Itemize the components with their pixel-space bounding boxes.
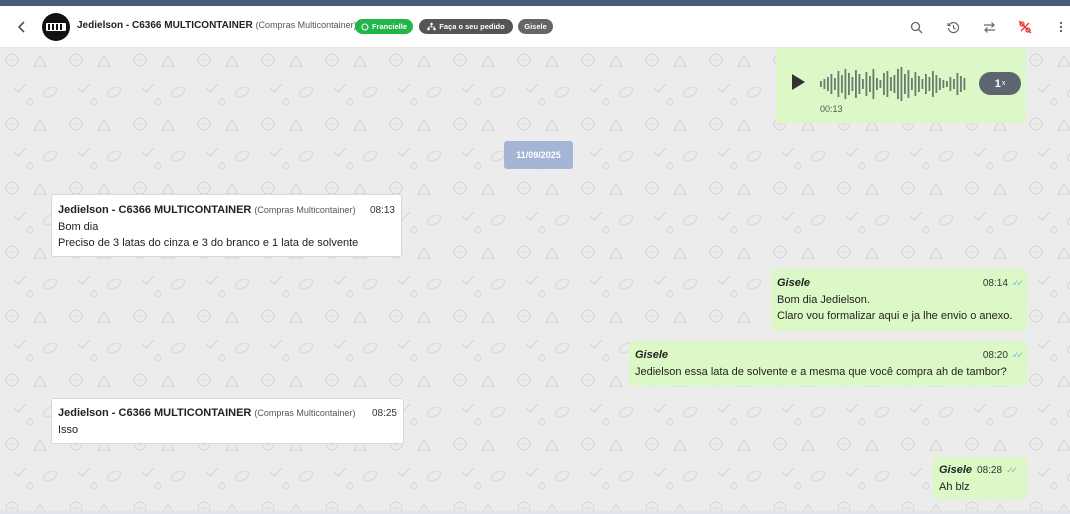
double-check-icon: ✓✓ bbox=[1011, 278, 1024, 288]
speed-value: 1 bbox=[994, 77, 1001, 90]
outgoing-message: Gisele 08:28 ✓✓ Ah blz bbox=[933, 457, 1027, 499]
audio-message: 1x 00:13 bbox=[776, 48, 1026, 123]
chat-header: Jedielson - C6366 MULTICONTAINER (Compra… bbox=[0, 6, 1070, 48]
contact-company: (Compras Multicontainer) bbox=[255, 20, 357, 30]
audio-waveform[interactable] bbox=[820, 66, 970, 102]
waveform-bar bbox=[897, 69, 899, 99]
waveform-bar bbox=[851, 77, 854, 91]
waveform-bar bbox=[862, 79, 864, 89]
outgoing-message: Gisele 08:14 ✓✓ Bom dia Jedielson. Claro… bbox=[771, 269, 1027, 331]
waveform-bar bbox=[823, 79, 826, 89]
waveform-bar bbox=[876, 78, 878, 90]
message-time: 08:14 bbox=[982, 278, 1008, 289]
waveform-bar bbox=[890, 77, 892, 91]
whatsapp-tag[interactable]: Francielle bbox=[355, 19, 413, 34]
waveform-bar bbox=[865, 72, 868, 96]
playback-speed-button[interactable]: 1x bbox=[979, 72, 1021, 95]
message-sender: Gisele bbox=[777, 277, 811, 289]
waveform-bar bbox=[935, 75, 938, 93]
message-text: Preciso de 3 latas do cinza e 3 do branc… bbox=[58, 237, 359, 249]
history-icon[interactable] bbox=[944, 18, 962, 36]
message-sender: Gisele bbox=[939, 464, 973, 476]
waveform-bar bbox=[844, 69, 847, 99]
contact-avatar[interactable] bbox=[42, 13, 70, 41]
waveform-bar bbox=[879, 80, 882, 88]
waveform-bar bbox=[960, 76, 962, 92]
waveform-bar bbox=[827, 77, 829, 91]
speed-suffix: x bbox=[1001, 80, 1006, 87]
message-text: Ah blz bbox=[939, 481, 970, 493]
whatsapp-tag-label: Francielle bbox=[371, 22, 407, 31]
whatsapp-icon bbox=[361, 23, 369, 30]
double-check-icon: ✓✓ bbox=[1011, 350, 1024, 360]
waveform-bar bbox=[953, 79, 955, 89]
waveform-bar bbox=[834, 78, 836, 90]
waveform-bar bbox=[893, 75, 896, 93]
message-text: Bom dia bbox=[58, 221, 99, 233]
message-time: 08:13 bbox=[369, 205, 395, 216]
waveform-bar bbox=[900, 67, 903, 101]
waveform-bar bbox=[886, 71, 889, 97]
waveform-bar bbox=[841, 75, 843, 93]
waveform-bar bbox=[914, 72, 917, 96]
outgoing-message: Gisele 08:20 ✓✓ Jedielson essa lata de s… bbox=[629, 341, 1027, 386]
message-time: 08:25 bbox=[371, 408, 397, 419]
waveform-bar bbox=[925, 74, 927, 94]
chat-area[interactable]: 1x 00:13 11/09/2025 Jedielson - C6366 MU… bbox=[0, 48, 1070, 514]
waveform-bar bbox=[956, 73, 959, 95]
search-icon[interactable] bbox=[907, 18, 925, 36]
waveform-bar bbox=[830, 74, 833, 94]
message-time: 08:20 bbox=[982, 350, 1008, 361]
waveform-bar bbox=[848, 73, 850, 95]
waveform-bar bbox=[820, 81, 822, 87]
waveform-bar bbox=[907, 70, 910, 98]
waveform-bar bbox=[942, 80, 945, 88]
message-company: (Compras Multicontainer) bbox=[254, 408, 356, 418]
more-vert-icon[interactable] bbox=[1052, 18, 1070, 36]
waveform-bar bbox=[918, 76, 920, 92]
contact-name: Jedielson - C6366 MULTICONTAINER bbox=[77, 20, 253, 31]
transfer-icon[interactable] bbox=[980, 18, 998, 36]
incoming-message: Jedielson - C6366 MULTICONTAINER (Compra… bbox=[51, 398, 404, 444]
waveform-bar bbox=[911, 78, 913, 90]
incoming-message: Jedielson - C6366 MULTICONTAINER (Compra… bbox=[51, 194, 402, 257]
network-icon bbox=[427, 22, 437, 31]
waveform-bar bbox=[946, 81, 948, 87]
message-sender: Jedielson - C6366 MULTICONTAINER (Compra… bbox=[58, 407, 356, 419]
waveform-bar bbox=[855, 70, 857, 98]
percent-off-icon[interactable] bbox=[1016, 18, 1034, 36]
message-text: Jedielson essa lata de solvente e a mesm… bbox=[635, 366, 1007, 378]
message-text: Bom dia Jedielson. bbox=[777, 294, 870, 306]
message-sender: Gisele bbox=[635, 349, 669, 361]
waveform-bar bbox=[949, 77, 952, 91]
waveform-bar bbox=[904, 74, 906, 94]
waveform-bar bbox=[932, 71, 934, 97]
date-separator: 11/09/2025 bbox=[504, 141, 573, 169]
message-time: 08:28 bbox=[977, 465, 1003, 476]
message-company: (Compras Multicontainer) bbox=[254, 205, 356, 215]
message-text: Claro vou formalizar aqui e ja lhe envio… bbox=[777, 310, 1013, 322]
contact-title: Jedielson - C6366 MULTICONTAINER (Compra… bbox=[77, 20, 357, 31]
play-icon[interactable] bbox=[790, 73, 806, 91]
agent-tag-label: Gisele bbox=[524, 22, 547, 31]
waveform-bar bbox=[963, 78, 966, 90]
audio-duration: 00:13 bbox=[820, 104, 843, 114]
message-sender: Jedielson - C6366 MULTICONTAINER (Compra… bbox=[58, 204, 356, 216]
double-check-icon: ✓✓ bbox=[1006, 465, 1018, 475]
waveform-bar bbox=[883, 73, 885, 95]
waveform-bar bbox=[872, 69, 875, 99]
order-tag-label: Faça o seu pedido bbox=[439, 22, 505, 31]
waveform-bar bbox=[837, 71, 840, 97]
message-text: Isso bbox=[58, 424, 79, 436]
waveform-bar bbox=[921, 79, 924, 89]
agent-tag[interactable]: Gisele bbox=[518, 19, 553, 34]
waveform-bar bbox=[939, 78, 941, 90]
back-arrow-icon[interactable] bbox=[12, 17, 32, 37]
order-tag[interactable]: Faça o seu pedido bbox=[419, 19, 513, 34]
waveform-bar bbox=[858, 74, 861, 94]
waveform-bar bbox=[928, 77, 931, 91]
waveform-bar bbox=[869, 76, 871, 92]
